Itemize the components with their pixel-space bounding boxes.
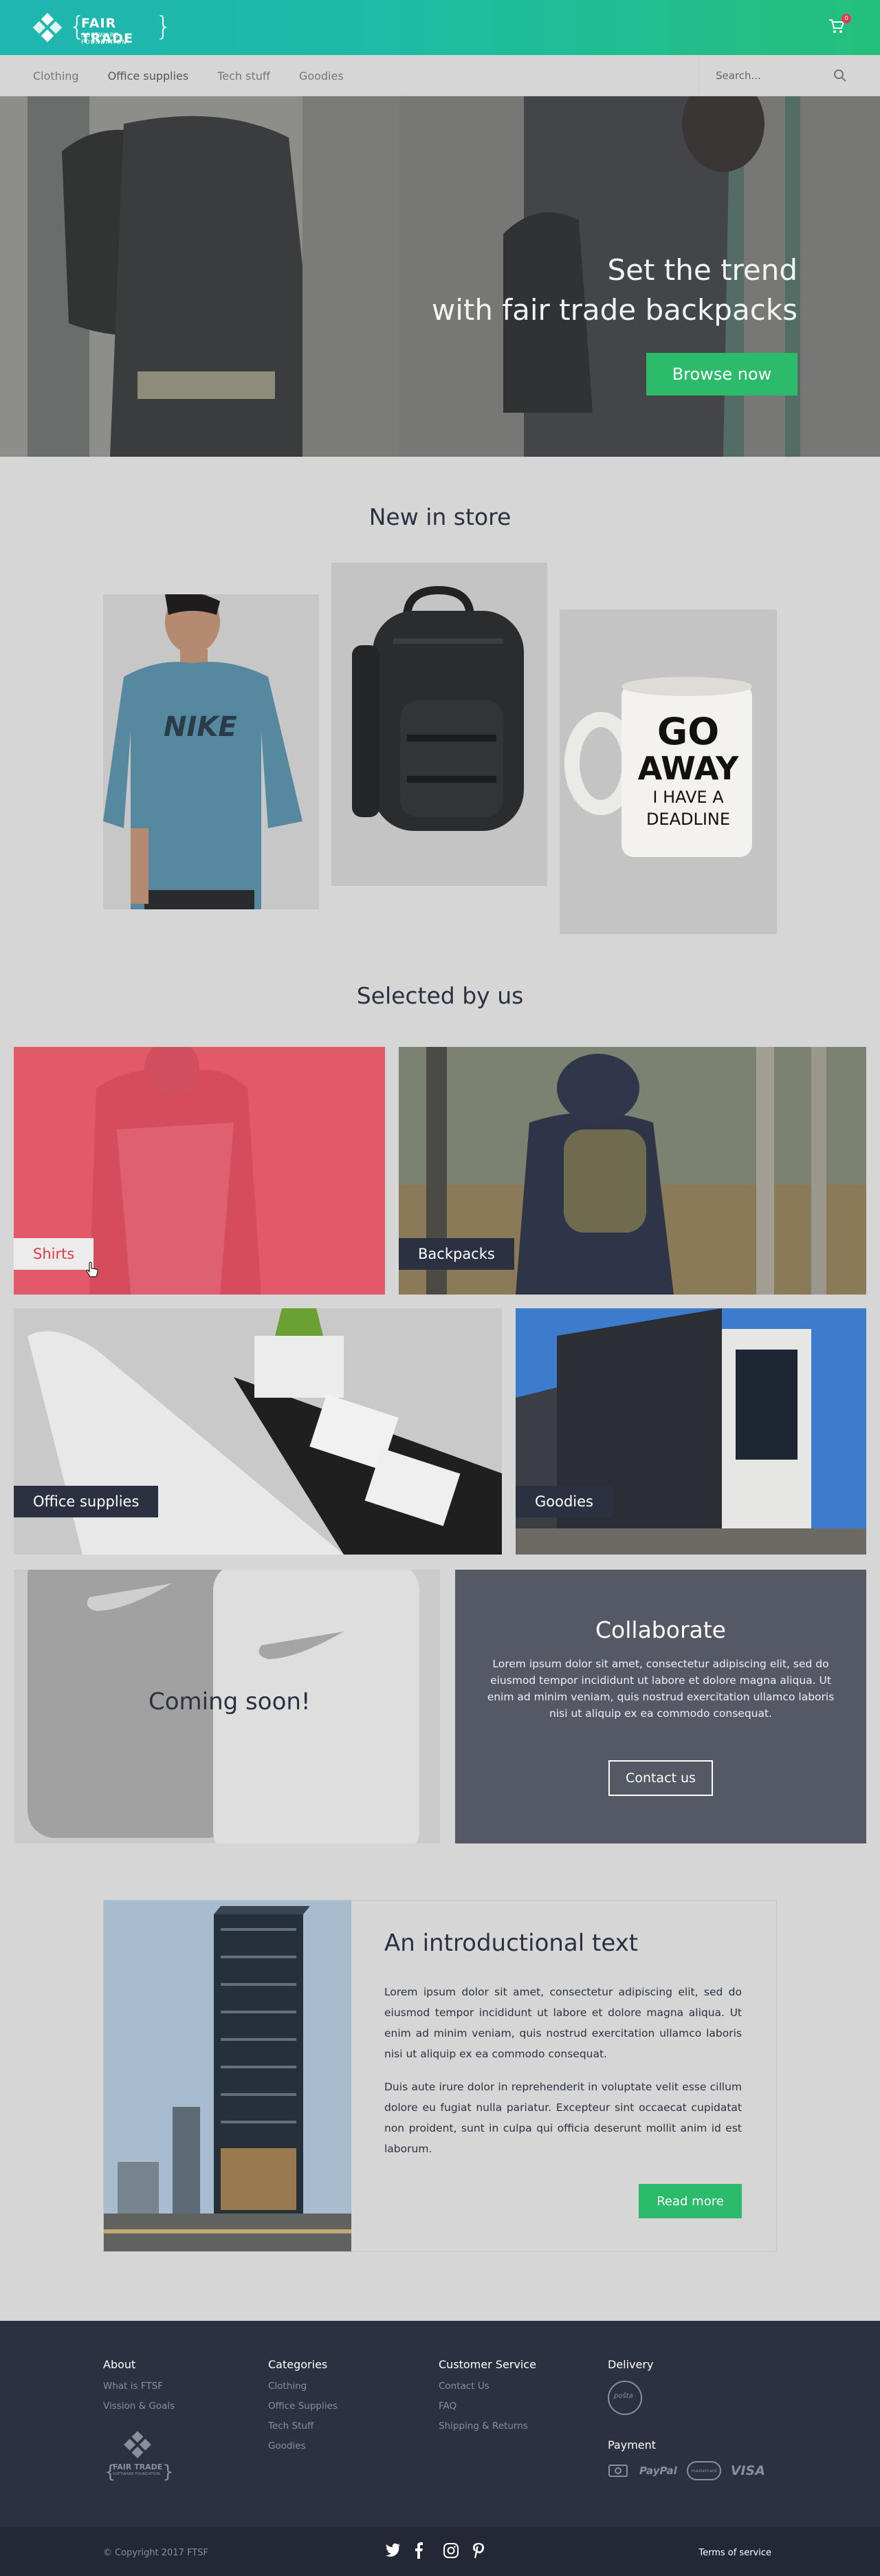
footer-link-clothing[interactable]: Clothing xyxy=(268,2381,338,2392)
site-footer: About What is FTSF Vission & Goals { } F… xyxy=(0,2321,880,2527)
hero-title-line2: with fair trade backpacks xyxy=(431,293,798,327)
top-header: { FAIR TRADE SOFTWARE FOUNDATION } 0 xyxy=(0,0,880,55)
logo-subtitle: SOFTWARE FOUNDATION xyxy=(81,32,127,46)
product-tshirt[interactable]: NIKE xyxy=(103,594,319,909)
copyright-text: © Copyright 2017 FTSF xyxy=(103,2548,208,2558)
footer-about: About What is FTSF Vission & Goals { } F… xyxy=(103,2358,175,2485)
footer-link-goodies[interactable]: Goodies xyxy=(268,2440,338,2451)
footer-delivery-title: Delivery xyxy=(608,2358,654,2371)
product-mug[interactable]: GO AWAY I HAVE A DEADLINE xyxy=(560,609,777,934)
pinterest-icon[interactable] xyxy=(472,2542,488,2560)
visa-icon: VISA xyxy=(730,2463,765,2478)
logo-diamond-icon xyxy=(32,12,63,43)
tile-shirts[interactable]: Shirts xyxy=(14,1047,385,1295)
tile-goodies[interactable]: Goodies xyxy=(516,1308,866,1555)
nav-item-office-supplies[interactable]: Office supplies xyxy=(108,69,189,83)
twitter-icon[interactable] xyxy=(385,2542,402,2560)
read-more-button[interactable]: Read more xyxy=(639,2184,742,2218)
tile-label-office-supplies: Office supplies xyxy=(14,1486,159,1517)
search-input[interactable] xyxy=(716,67,839,84)
mug-text-line4: DEADLINE xyxy=(646,810,731,829)
footer-link-faq[interactable]: FAQ xyxy=(439,2401,536,2412)
facebook-icon[interactable] xyxy=(414,2542,430,2560)
cart-count-badge: 0 xyxy=(842,14,851,23)
nav-item-clothing[interactable]: Clothing xyxy=(33,69,79,83)
selected-by-us-title: Selected by us xyxy=(356,982,524,1009)
collaborate-title: Collaborate xyxy=(595,1616,726,1643)
tile-office-supplies[interactable]: Office supplies xyxy=(14,1308,502,1555)
intro-title: An introductional text xyxy=(384,1929,639,1957)
footer-link-contact-us[interactable]: Contact Us xyxy=(439,2381,536,2392)
hero-title: Set the trend with fair trade backpacks xyxy=(432,250,798,330)
footer-link-shipping-returns[interactable]: Shipping & Returns xyxy=(439,2421,536,2432)
mug-text-line2: AWAY xyxy=(637,750,739,787)
social-links xyxy=(385,2542,500,2560)
mug-text-line1: GO xyxy=(657,710,720,753)
nav-item-tech-stuff[interactable]: Tech stuff xyxy=(217,69,270,83)
brand-logo[interactable]: { FAIR TRADE SOFTWARE FOUNDATION } xyxy=(32,11,173,46)
tile-label-shirts: Shirts xyxy=(14,1238,94,1270)
footer-categories: Categories Clothing Office Supplies Tech… xyxy=(268,2358,338,2460)
intro-paragraph-2: Duis aute irure dolor in reprehenderit i… xyxy=(384,2081,742,2155)
footer-service-title: Customer Service xyxy=(439,2358,536,2371)
product-backpack[interactable] xyxy=(331,563,547,886)
hero-banner: Set the trend with fair trade backpacks … xyxy=(0,96,880,457)
tile-label-goodies: Goodies xyxy=(516,1486,613,1517)
posta-logo-text: pošta xyxy=(614,2392,633,2400)
footer-about-title: About xyxy=(103,2358,136,2371)
footer-link-tech-stuff[interactable]: Tech Stuff xyxy=(268,2421,338,2432)
logo-wordmark: { FAIR TRADE SOFTWARE FOUNDATION } xyxy=(69,11,173,46)
svg-text:}: } xyxy=(162,2462,172,2482)
contact-us-button[interactable]: Contact us xyxy=(608,1760,713,1796)
hand-cursor-icon xyxy=(86,1262,98,1277)
tshirt-print-text: NIKE xyxy=(164,711,237,743)
cash-icon xyxy=(608,2465,628,2477)
mug-text-line3: I HAVE A xyxy=(652,788,724,807)
mastercard-icon: mastercard xyxy=(686,2461,721,2480)
search-box xyxy=(698,55,880,96)
hero-title-line1: Set the trend xyxy=(607,253,798,287)
footer-link-what-is-ftsf[interactable]: What is FTSF xyxy=(103,2381,175,2392)
footer-payment-title: Payment xyxy=(608,2438,657,2451)
payment-methods: PayPal mastercard VISA xyxy=(608,2461,773,2480)
cart-button[interactable]: 0 xyxy=(828,14,851,36)
tile-backpacks[interactable]: Backpacks xyxy=(399,1047,866,1295)
nav-item-goodies[interactable]: Goodies xyxy=(299,69,344,83)
collaborate-panel: Collaborate Lorem ipsum dolor sit amet, … xyxy=(455,1570,866,1843)
search-icon[interactable] xyxy=(833,69,847,83)
new-in-store-title: New in store xyxy=(368,504,512,530)
instagram-icon[interactable] xyxy=(443,2542,459,2560)
goodies-image xyxy=(516,1308,866,1555)
footer-link-vission-goals[interactable]: Vission & Goals xyxy=(103,2401,175,2412)
footer-delivery: Delivery pošta Payment PayPal mastercard… xyxy=(608,2358,773,2480)
intro-building-image xyxy=(104,1901,351,2251)
intro-paragraph-1: Lorem ipsum dolor sit amet, consectetur … xyxy=(384,1986,742,2060)
footer-customer-service: Customer Service Contact Us FAQ Shipping… xyxy=(439,2358,536,2440)
office-supplies-image xyxy=(14,1308,502,1555)
collaborate-text: Lorem ipsum dolor sit amet, consectetur … xyxy=(487,1658,835,1720)
copyright-bar: © Copyright 2017 FTSF Terms of service xyxy=(0,2527,880,2576)
category-nav: Clothing Office supplies Tech stuff Good… xyxy=(0,55,880,96)
footer-logo-name: FAIR TRADE xyxy=(113,2463,163,2471)
footer-logo-sub: SOFTWARE FOUNDATION xyxy=(113,2472,160,2476)
footer-link-office-supplies[interactable]: Office Supplies xyxy=(268,2401,338,2412)
footer-logo: { } FAIR TRADE SOFTWARE FOUNDATION xyxy=(103,2428,174,2485)
posta-logo-icon: pošta xyxy=(608,2381,642,2415)
browse-now-button[interactable]: Browse now xyxy=(646,353,798,396)
tile-coming-soon: Coming soon! xyxy=(14,1570,440,1843)
intro-card: An introductional text Lorem ipsum dolor… xyxy=(103,1900,777,2252)
terms-of-service-link[interactable]: Terms of service xyxy=(698,2548,771,2558)
mug-print-text: GO AWAY I HAVE A DEADLINE xyxy=(637,713,740,830)
backpack-image xyxy=(331,563,547,886)
tile-label-backpacks: Backpacks xyxy=(399,1238,514,1270)
coming-soon-text: Coming soon! xyxy=(148,1688,311,1715)
paypal-icon: PayPal xyxy=(639,2465,677,2477)
footer-categories-title: Categories xyxy=(268,2358,328,2371)
tshirt-image xyxy=(103,594,319,909)
